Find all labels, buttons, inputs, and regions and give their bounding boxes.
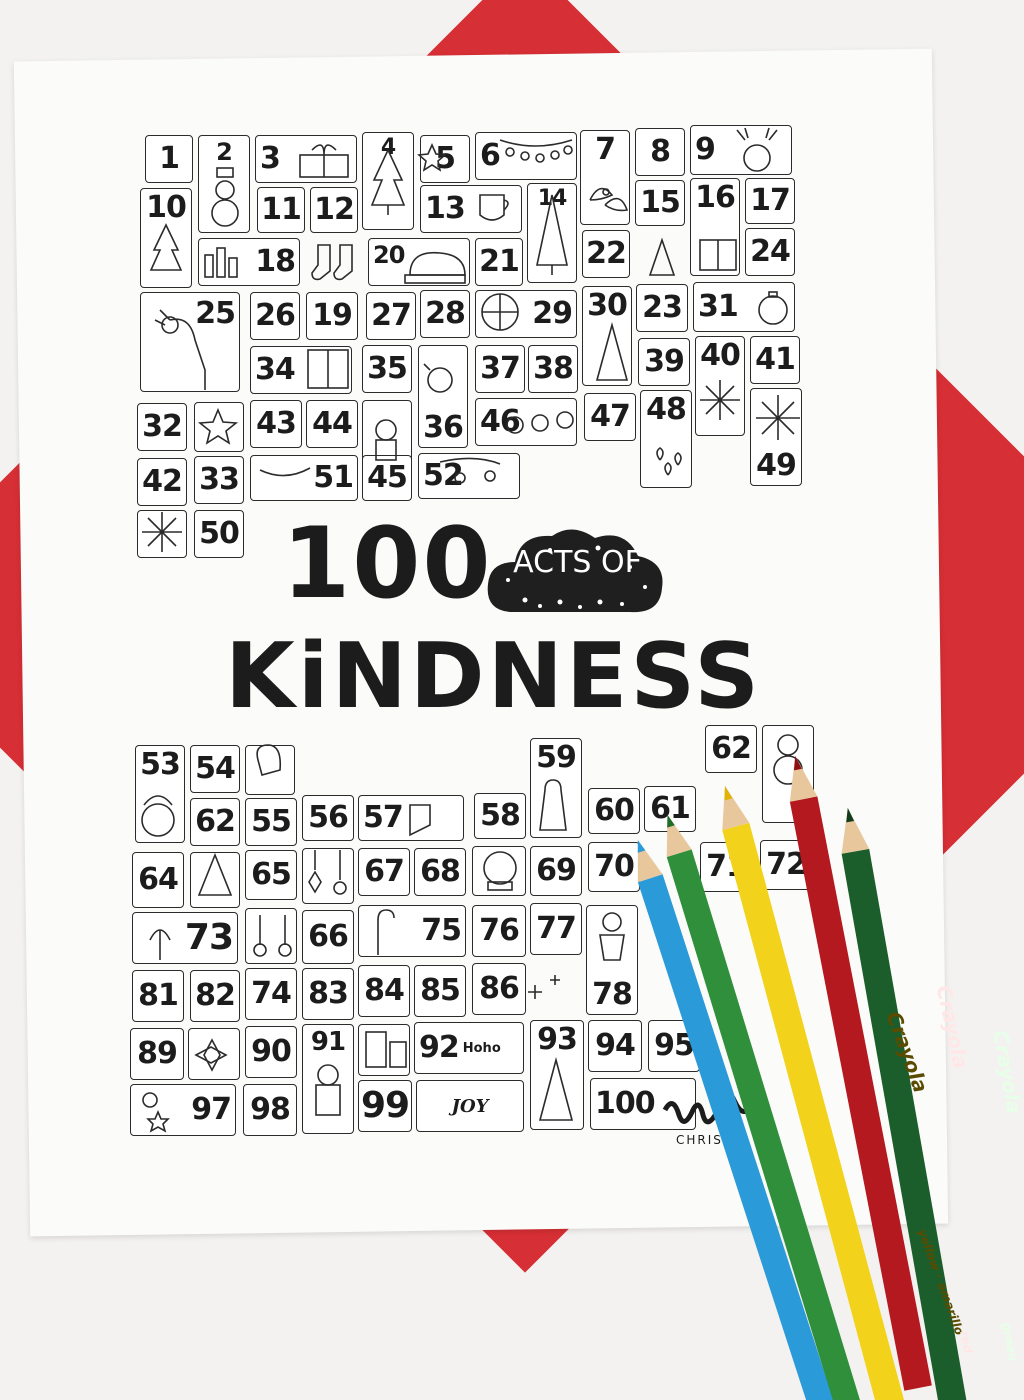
- stocking-icon: [409, 804, 431, 837]
- gift-icon: [299, 144, 349, 178]
- logo-text: CHRIS: [676, 1133, 723, 1147]
- tree-icon: [197, 852, 233, 896]
- snowman-icon: [211, 167, 239, 227]
- snowman-icon: [773, 734, 803, 785]
- star-icon: [417, 143, 447, 172]
- tree-icon: [536, 194, 568, 275]
- hearts-icon: [656, 447, 682, 476]
- cup-icon: [479, 194, 509, 221]
- snowglobe-icon: [483, 851, 517, 891]
- gifts-icon: [365, 1031, 407, 1068]
- gift-icon: [307, 349, 349, 389]
- bird-icon: [423, 363, 453, 393]
- bag-icon: [539, 779, 567, 831]
- tree-icon: [149, 223, 183, 271]
- candy-cane-icon: [377, 909, 395, 955]
- gift-icon: [699, 239, 737, 271]
- ornaments-icon: [308, 850, 347, 895]
- tree-icon: [370, 148, 406, 215]
- snowflake-icon: [756, 395, 800, 440]
- sparkles-icon: [528, 975, 560, 999]
- snowflake-icon: [142, 512, 182, 552]
- garland-icon: [259, 457, 501, 484]
- hat-icon: [404, 251, 466, 284]
- holly-icon: [589, 187, 629, 212]
- ornament-star-icon: [142, 1092, 170, 1133]
- candles-icon: [204, 247, 238, 278]
- reindeer-head-icon: [736, 127, 778, 172]
- star-icon: [197, 407, 239, 445]
- ornament-garland-icon: [499, 139, 573, 163]
- reindeer-icon: [154, 309, 206, 390]
- bear-icon: [375, 419, 397, 461]
- bear-icon: [315, 1064, 341, 1116]
- gingerbread-icon: [599, 912, 625, 961]
- doodle-layer: [141, 127, 803, 1133]
- santa-icon: [141, 795, 175, 837]
- ornaments-icon: [253, 915, 292, 957]
- mitten-icon: [256, 744, 282, 776]
- ornaments-icon: [506, 411, 574, 434]
- tree-icon: [595, 321, 629, 381]
- snowflake-icon: [700, 380, 740, 420]
- flower-icon: [149, 929, 171, 960]
- ornament-icon: [758, 291, 788, 325]
- tree-icon: [648, 237, 676, 276]
- poinsettia-icon: [194, 1038, 228, 1072]
- tree-icon: [538, 1056, 574, 1121]
- stocking-icon: [311, 244, 353, 281]
- orange-slice-icon: [481, 293, 519, 331]
